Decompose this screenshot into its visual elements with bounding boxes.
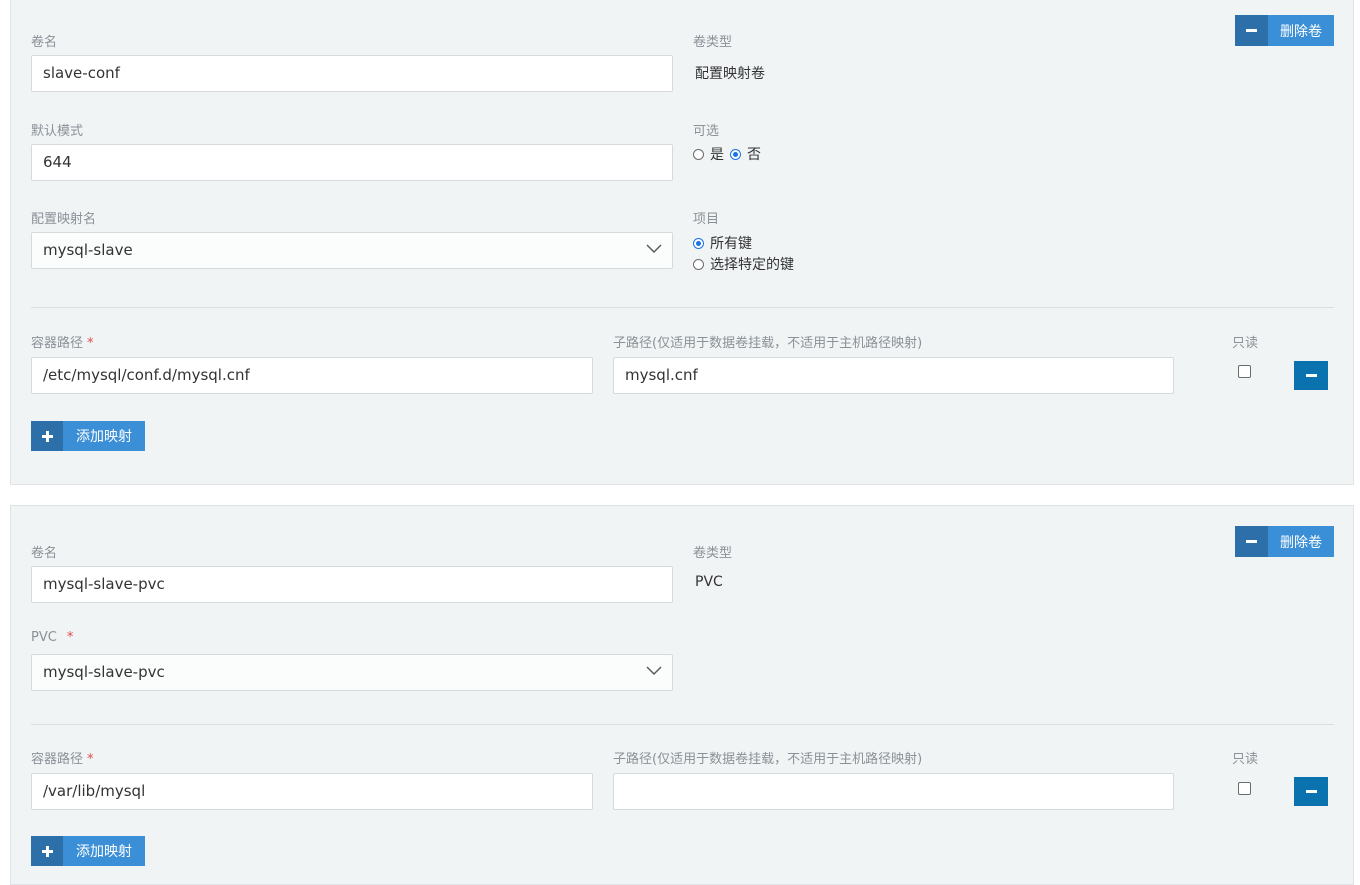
required-mark: * [87,336,94,351]
optional-radio-group: 是 否 [693,144,767,164]
volume-panel: 卷名 slave-conf 卷类型 配置映射卷 删除卷 默认模式 644 可选 … [10,0,1354,485]
items-all-keys-radio[interactable] [693,237,704,249]
required-mark: * [87,752,94,767]
chevron-down-icon [646,666,662,675]
minus-icon [1235,15,1268,46]
add-mapping-label: 添加映射 [63,836,145,866]
volume-type-value: PVC [695,574,723,590]
mount-path-input[interactable]: /var/lib/mysql [31,773,593,810]
items-label: 项目 [693,212,720,227]
mount-path-input[interactable]: /etc/mysql/conf.d/mysql.cnf [31,357,593,394]
volume-name-label: 卷名 [31,546,58,561]
optional-yes-radio[interactable] [693,148,704,160]
items-specific-keys-radio[interactable] [693,258,704,270]
readonly-checkbox[interactable] [1238,782,1251,795]
configmap-select-value: mysql-slave [43,241,133,259]
pvc-label: PVC * [31,630,74,645]
add-mapping-button[interactable]: 添加映射 [31,836,145,866]
chevron-down-icon [646,244,662,253]
configmap-select[interactable]: mysql-slave [31,232,673,269]
sub-path-label: 子路径(仅适用于数据卷挂载，不适用于主机路径映射) [613,752,923,767]
volume-type-label: 卷类型 [693,35,733,50]
readonly-label: 只读 [1232,752,1259,767]
volume-panel: 卷名 mysql-slave-pvc 卷类型 PVC 删除卷 PVC * mysq… [10,505,1354,885]
required-mark: * [66,630,74,645]
mount-path-label: 容器路径 * [31,336,94,351]
optional-yes-label: 是 [710,147,724,163]
plus-icon [31,836,63,866]
minus-icon [1235,526,1268,557]
section-divider [31,724,1334,725]
sub-path-input[interactable]: mysql.cnf [613,357,1174,394]
optional-no-radio[interactable] [730,148,741,160]
volume-type-label: 卷类型 [693,546,733,561]
readonly-label: 只读 [1232,336,1259,351]
minus-icon [1305,790,1317,793]
items-specific-keys-row: 选择特定的键 [693,254,800,274]
configmap-name-label: 配置映射名 [31,212,97,227]
add-mapping-button[interactable]: 添加映射 [31,421,145,451]
default-mode-input[interactable]: 644 [31,144,673,181]
optional-label: 可选 [693,124,720,139]
add-mapping-label: 添加映射 [63,421,145,451]
pvc-select[interactable]: mysql-slave-pvc [31,654,673,691]
default-mode-label: 默认模式 [31,124,84,139]
volume-name-label: 卷名 [31,35,58,50]
delete-volume-label: 删除卷 [1268,15,1334,46]
remove-mapping-button[interactable] [1294,361,1328,390]
optional-no-label: 否 [747,147,761,163]
items-specific-keys-label: 选择特定的键 [710,257,794,273]
remove-mapping-button[interactable] [1294,777,1328,806]
sub-path-input[interactable] [613,773,1174,810]
plus-icon [31,421,63,451]
readonly-checkbox[interactable] [1238,365,1251,378]
items-all-keys-label: 所有键 [710,236,752,252]
volume-name-input[interactable]: mysql-slave-pvc [31,566,673,603]
delete-volume-button[interactable]: 删除卷 [1235,526,1334,557]
items-all-keys-row: 所有键 [693,233,758,253]
volume-name-input[interactable]: slave-conf [31,55,673,92]
delete-volume-button[interactable]: 删除卷 [1235,15,1334,46]
section-divider [31,307,1334,308]
delete-volume-label: 删除卷 [1268,526,1334,557]
pvc-select-value: mysql-slave-pvc [43,663,165,681]
minus-icon [1305,374,1317,377]
sub-path-label: 子路径(仅适用于数据卷挂载，不适用于主机路径映射) [613,336,923,351]
volume-type-value: 配置映射卷 [695,66,765,82]
mount-path-label: 容器路径 * [31,752,94,767]
